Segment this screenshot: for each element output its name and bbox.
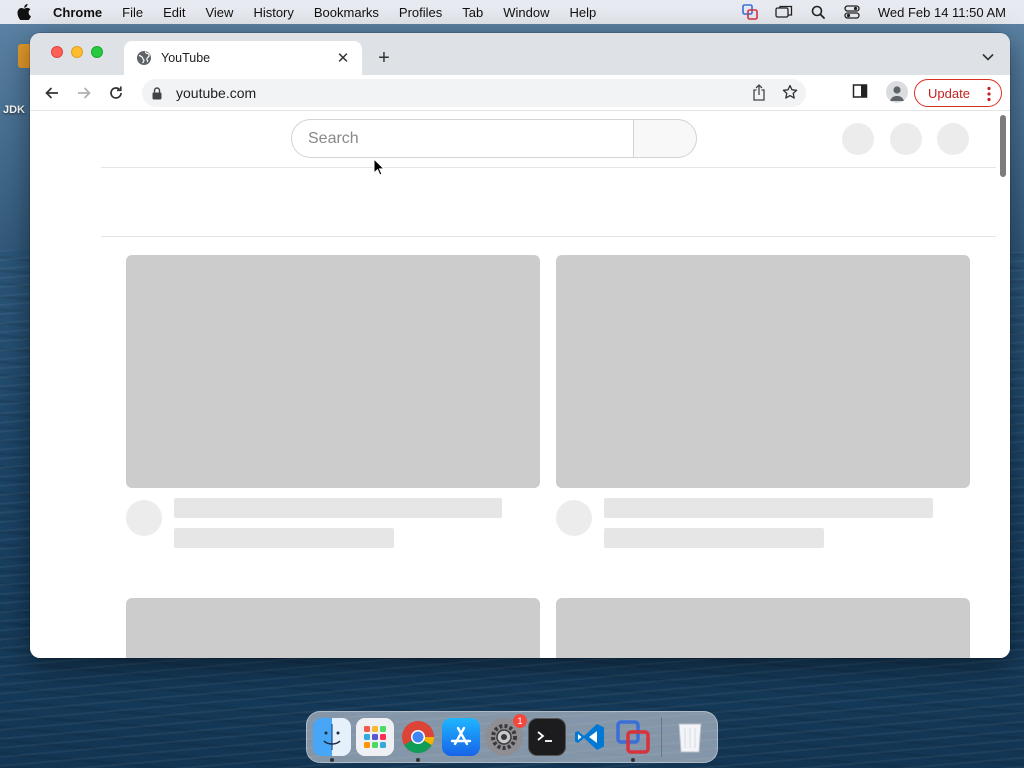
minimize-window-button[interactable] bbox=[71, 46, 83, 58]
side-panel-icon[interactable] bbox=[852, 83, 868, 104]
forward-arrow-icon[interactable] bbox=[68, 77, 100, 109]
address-bar[interactable]: youtube.com bbox=[142, 79, 806, 107]
menu-app-name[interactable]: Chrome bbox=[48, 5, 112, 20]
tab-search-chevron-icon[interactable] bbox=[978, 47, 998, 67]
video-meta-placeholder bbox=[604, 528, 824, 548]
menu-help[interactable]: Help bbox=[560, 5, 607, 20]
video-title-placeholder bbox=[174, 498, 502, 518]
vmware-status-icon[interactable] bbox=[736, 4, 764, 20]
lock-icon[interactable] bbox=[152, 86, 166, 100]
menu-bar: Chrome File Edit View History Bookmarks … bbox=[0, 0, 1024, 24]
screen-mirroring-icon[interactable] bbox=[770, 5, 798, 19]
page-scrollbar[interactable] bbox=[1000, 115, 1006, 177]
close-window-button[interactable] bbox=[51, 46, 63, 58]
running-indicator bbox=[416, 758, 420, 762]
new-tab-button[interactable]: + bbox=[370, 45, 398, 71]
profile-avatar-icon[interactable] bbox=[886, 81, 908, 103]
share-icon[interactable] bbox=[752, 84, 766, 104]
channel-avatar-placeholder bbox=[556, 500, 592, 536]
menu-bookmarks[interactable]: Bookmarks bbox=[304, 5, 389, 20]
zoom-window-button[interactable] bbox=[91, 46, 103, 58]
dock-separator bbox=[661, 717, 662, 757]
desktop-item-label[interactable]: JDK bbox=[0, 104, 28, 116]
chrome-icon[interactable] bbox=[399, 718, 437, 762]
terminal-icon[interactable] bbox=[528, 718, 566, 756]
header-icon-placeholder bbox=[842, 123, 874, 155]
menu-view[interactable]: View bbox=[195, 5, 243, 20]
video-thumbnail-placeholder bbox=[126, 255, 540, 488]
mouse-cursor-icon bbox=[373, 157, 386, 176]
menu-history[interactable]: History bbox=[243, 5, 303, 20]
chrome-window: YouTube ✕ + youtube.com Update Search bbox=[30, 33, 1010, 658]
header-icon-placeholder bbox=[890, 123, 922, 155]
back-arrow-icon[interactable] bbox=[36, 77, 68, 109]
search-placeholder: Search bbox=[308, 129, 359, 147]
control-center-icon[interactable] bbox=[838, 5, 866, 19]
menu-edit[interactable]: Edit bbox=[153, 5, 195, 20]
window-controls bbox=[51, 46, 103, 58]
channel-avatar-placeholder bbox=[126, 500, 162, 536]
globe-icon bbox=[136, 50, 152, 66]
launchpad-icon[interactable] bbox=[356, 718, 394, 756]
notification-badge: 1 bbox=[513, 714, 527, 728]
browser-toolbar: youtube.com Update bbox=[30, 75, 1010, 111]
vmware-fusion-icon[interactable] bbox=[614, 718, 652, 762]
header-divider bbox=[101, 167, 996, 168]
video-meta-placeholder bbox=[174, 528, 394, 548]
youtube-search-input[interactable]: Search bbox=[291, 119, 634, 158]
youtube-search-button[interactable] bbox=[633, 119, 697, 158]
app-store-icon[interactable] bbox=[442, 718, 480, 756]
tab-strip: YouTube ✕ + bbox=[30, 33, 1010, 75]
running-indicator bbox=[330, 758, 334, 762]
menu-file[interactable]: File bbox=[112, 5, 153, 20]
update-button[interactable]: Update bbox=[914, 79, 1002, 107]
page-content: Search bbox=[30, 111, 1010, 658]
trash-icon[interactable] bbox=[671, 718, 709, 756]
close-tab-icon[interactable]: ✕ bbox=[334, 49, 352, 67]
menu-tab[interactable]: Tab bbox=[452, 5, 493, 20]
tab-youtube[interactable]: YouTube ✕ bbox=[124, 41, 362, 75]
header-avatar-placeholder bbox=[937, 123, 969, 155]
running-indicator bbox=[631, 758, 635, 762]
menu-profiles[interactable]: Profiles bbox=[389, 5, 452, 20]
address-text[interactable]: youtube.com bbox=[176, 85, 256, 101]
video-thumbnail-placeholder bbox=[126, 598, 540, 658]
spotlight-search-icon[interactable] bbox=[804, 5, 832, 19]
update-label: Update bbox=[928, 85, 970, 101]
system-preferences-icon[interactable]: 1 bbox=[485, 714, 527, 756]
vscode-icon[interactable] bbox=[571, 718, 609, 756]
chips-divider bbox=[101, 236, 996, 237]
video-title-placeholder bbox=[604, 498, 933, 518]
video-thumbnail-placeholder bbox=[556, 598, 970, 658]
video-thumbnail-placeholder bbox=[556, 255, 970, 488]
finder-icon[interactable] bbox=[313, 718, 351, 762]
menu-window[interactable]: Window bbox=[493, 5, 559, 20]
tab-title: YouTube bbox=[161, 51, 211, 65]
menu-clock[interactable]: Wed Feb 14 11:50 AM bbox=[878, 5, 1006, 20]
more-menu-icon[interactable] bbox=[987, 86, 991, 105]
apple-icon[interactable] bbox=[0, 4, 48, 20]
dock: 1 bbox=[306, 711, 718, 763]
reload-icon[interactable] bbox=[100, 77, 132, 109]
bookmark-star-icon[interactable] bbox=[782, 84, 798, 103]
